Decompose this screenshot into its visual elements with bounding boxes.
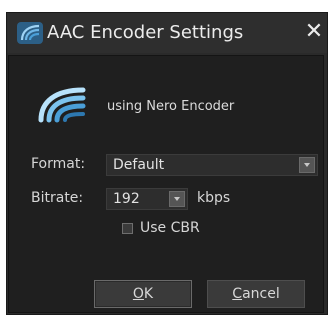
dialog-title: AAC Encoder Settings: [47, 22, 244, 43]
cancel-mnemonic: C: [232, 286, 243, 302]
close-button[interactable]: ✕: [303, 19, 325, 45]
ok-label-rest: K: [143, 286, 154, 302]
nero-aac-logo-icon: [38, 87, 86, 123]
bitrate-dropdown[interactable]: 192: [106, 188, 188, 210]
format-label: Format:: [31, 156, 86, 172]
nero-aac-icon: [17, 22, 43, 44]
format-value: Default: [113, 157, 165, 173]
settings-panel: using Nero Encoder Format: Default Bitra…: [8, 55, 324, 313]
use-cbr-label[interactable]: Use CBR: [140, 220, 200, 236]
ok-button[interactable]: OK: [94, 280, 192, 308]
chevron-down-icon[interactable]: [299, 157, 315, 173]
title-bar[interactable]: AAC Encoder Settings ✕: [7, 13, 327, 53]
encoder-subtitle: using Nero Encoder: [107, 99, 235, 114]
ok-mnemonic: O: [132, 286, 144, 302]
use-cbr-checkbox[interactable]: [122, 223, 133, 234]
cancel-button[interactable]: Cancel: [207, 280, 305, 308]
format-dropdown[interactable]: Default: [106, 154, 318, 176]
encoder-settings-dialog: AAC Encoder Settings ✕ using Nero Encode…: [6, 12, 328, 315]
chevron-down-icon[interactable]: [169, 191, 185, 207]
bitrate-value: 192: [113, 191, 140, 207]
cancel-label-rest: ancel: [242, 286, 280, 302]
bitrate-label: Bitrate:: [31, 190, 84, 206]
bitrate-unit: kbps: [197, 190, 231, 206]
